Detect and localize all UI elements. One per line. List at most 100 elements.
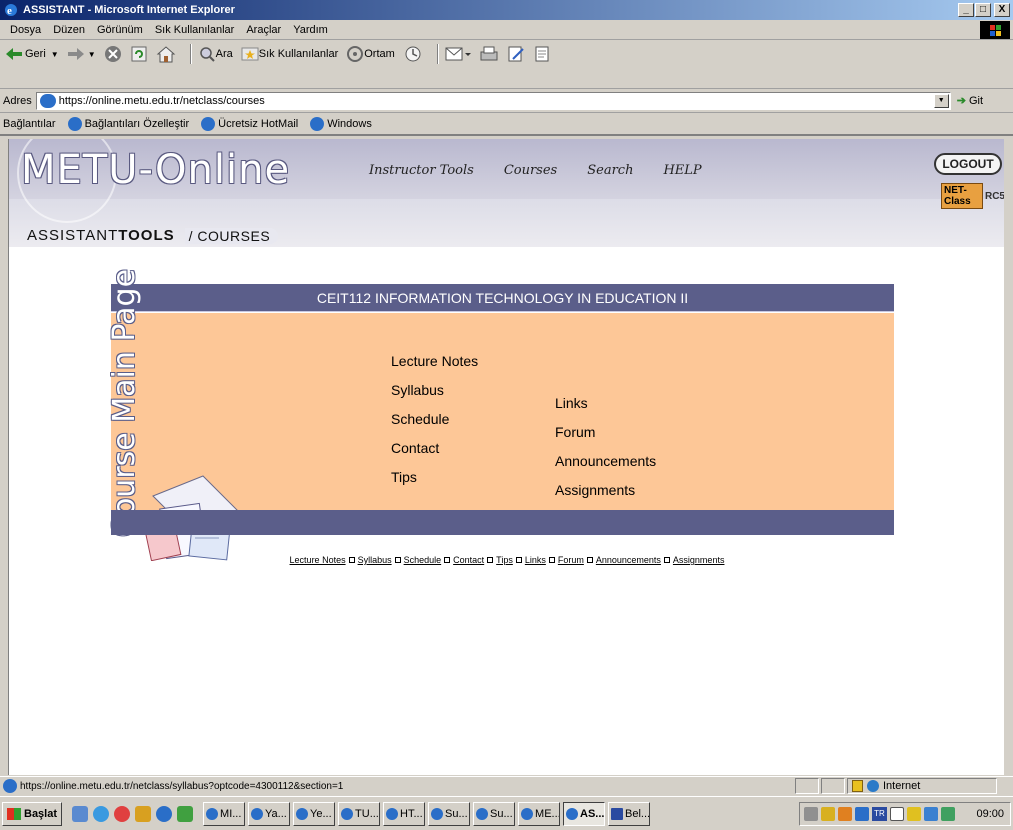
- history-icon[interactable]: [403, 45, 423, 63]
- task-button[interactable]: HT...: [383, 801, 426, 826]
- menu-links[interactable]: Links: [555, 395, 656, 411]
- site-logo[interactable]: METU-Online: [21, 147, 290, 193]
- task-label: ME...: [535, 807, 561, 820]
- footer-lecture-notes[interactable]: Lecture Notes: [290, 555, 346, 565]
- media-player-icon[interactable]: [114, 805, 131, 822]
- menu-forum[interactable]: Forum: [555, 424, 656, 440]
- address-input[interactable]: https://online.metu.edu.tr/netclass/cour…: [35, 91, 951, 110]
- task-button[interactable]: ME...: [518, 801, 561, 826]
- system-tray: TR 09:00: [799, 802, 1011, 826]
- footer-syllabus[interactable]: Syllabus: [358, 555, 392, 565]
- footer-tips[interactable]: Tips: [496, 555, 513, 565]
- update-icon[interactable]: [941, 807, 955, 821]
- ie-page-icon: [310, 117, 325, 131]
- task-button[interactable]: Su...: [428, 801, 471, 826]
- menu-schedule[interactable]: Schedule: [391, 411, 478, 427]
- language-indicator[interactable]: TR: [872, 807, 887, 821]
- logout-button[interactable]: LOGOUT: [934, 153, 1002, 175]
- forward-button[interactable]: ▼: [67, 47, 96, 61]
- close-button[interactable]: X: [994, 3, 1010, 17]
- link-customize[interactable]: Bağlantıları Özelleştir: [67, 117, 190, 131]
- separator-square: [515, 557, 522, 563]
- breadcrumb: ASSISTANTTOOLS / COURSES: [27, 227, 279, 244]
- menu-tools[interactable]: Araçlar: [240, 24, 287, 36]
- task-button-active[interactable]: AS...: [563, 801, 606, 826]
- breadcrumb-assistant-tools[interactable]: ASSISTANTTOOLS: [27, 227, 175, 244]
- footer-announcements[interactable]: Announcements: [596, 555, 661, 565]
- ie-tray-icon[interactable]: [855, 807, 869, 821]
- svg-text:e: e: [7, 5, 12, 17]
- notes-icon[interactable]: [890, 807, 904, 821]
- volume-icon[interactable]: [804, 807, 818, 821]
- menu-announcements[interactable]: Announcements: [555, 453, 656, 469]
- menu-assignments[interactable]: Assignments: [555, 482, 656, 498]
- window-titlebar[interactable]: e ASSISTANT - Microsoft Internet Explore…: [0, 0, 1013, 20]
- discuss-icon[interactable]: [533, 45, 551, 63]
- display-icon[interactable]: [924, 807, 938, 821]
- netclass-badge: NET-Class RC5: [941, 183, 1004, 209]
- task-button[interactable]: MI...: [203, 801, 246, 826]
- home-icon[interactable]: [156, 45, 176, 63]
- ie-quicklaunch-icon[interactable]: [93, 805, 110, 822]
- address-dropdown-button[interactable]: ▼: [933, 93, 949, 108]
- link-customize-label: Bağlantıları Özelleştir: [84, 118, 190, 130]
- messenger-icon[interactable]: [135, 805, 152, 822]
- link-windows-label: Windows: [327, 118, 372, 130]
- mail-icon[interactable]: [445, 45, 471, 63]
- menu-help[interactable]: Yardım: [287, 24, 334, 36]
- menu-view[interactable]: Görünüm: [91, 24, 149, 36]
- media-button[interactable]: Ortam: [346, 45, 395, 63]
- nav-search[interactable]: Search: [587, 163, 633, 178]
- task-label: HT...: [400, 807, 423, 820]
- ie-task-icon: [431, 807, 444, 820]
- footer-forum[interactable]: Forum: [558, 555, 584, 565]
- minimize-button[interactable]: _: [958, 3, 974, 17]
- ie-task-icon: [521, 807, 534, 820]
- footer-schedule[interactable]: Schedule: [404, 555, 442, 565]
- task-label: Ya...: [265, 807, 287, 820]
- menu-edit[interactable]: Düzen: [47, 24, 91, 36]
- menu-favorites[interactable]: Sık Kullanılanlar: [149, 24, 241, 36]
- books-image: [142, 475, 239, 561]
- edit-icon[interactable]: [507, 45, 525, 63]
- address-url: https://online.metu.edu.tr/netclass/cour…: [58, 94, 265, 107]
- ie-icon[interactable]: [156, 805, 173, 822]
- network-icon[interactable]: [821, 807, 835, 821]
- clock[interactable]: 09:00: [976, 808, 1004, 820]
- task-button[interactable]: Ya...: [248, 801, 291, 826]
- back-button[interactable]: Geri ▼: [5, 47, 59, 61]
- footer-assignments[interactable]: Assignments: [673, 555, 725, 565]
- task-button[interactable]: Bel...: [608, 801, 651, 826]
- nav-instructor-tools[interactable]: Instructor Tools: [369, 163, 474, 178]
- link-hotmail[interactable]: Ücretsiz HotMail: [201, 117, 298, 131]
- separator-square: [444, 557, 451, 563]
- link-windows[interactable]: Windows: [310, 117, 372, 131]
- start-button[interactable]: Başlat: [2, 801, 63, 826]
- messenger-tray-icon[interactable]: [838, 807, 852, 821]
- search-button[interactable]: Ara: [198, 45, 233, 63]
- outlook-icon[interactable]: [177, 805, 194, 822]
- go-button[interactable]: ➔ Git: [957, 94, 983, 108]
- stop-icon[interactable]: [104, 45, 122, 63]
- print-icon[interactable]: [479, 45, 499, 63]
- menu-file[interactable]: Dosya: [0, 24, 47, 36]
- antivirus-icon[interactable]: [907, 807, 921, 821]
- footer-links-link[interactable]: Links: [525, 555, 546, 565]
- desktop-icon[interactable]: [72, 805, 89, 822]
- task-button[interactable]: Ye...: [293, 801, 336, 826]
- menu-contact[interactable]: Contact: [391, 440, 478, 456]
- menu-lecture-notes[interactable]: Lecture Notes: [391, 353, 478, 369]
- task-button[interactable]: TU...: [338, 801, 381, 826]
- footer-contact[interactable]: Contact: [453, 555, 484, 565]
- maximize-button[interactable]: □: [975, 3, 991, 17]
- favorites-button[interactable]: Sık Kullanılanlar: [241, 45, 338, 63]
- nav-help[interactable]: HELP: [663, 163, 701, 178]
- menu-tips[interactable]: Tips: [391, 469, 478, 485]
- refresh-icon[interactable]: [130, 45, 148, 63]
- breadcrumb-courses[interactable]: / COURSES: [184, 227, 279, 244]
- menu-syllabus[interactable]: Syllabus: [391, 382, 478, 398]
- ie-page-icon: [201, 117, 216, 131]
- task-button[interactable]: Su...: [473, 801, 516, 826]
- task-list: MI... Ya... Ye... TU... HT... Su... Su..…: [203, 801, 651, 826]
- nav-courses[interactable]: Courses: [504, 163, 557, 178]
